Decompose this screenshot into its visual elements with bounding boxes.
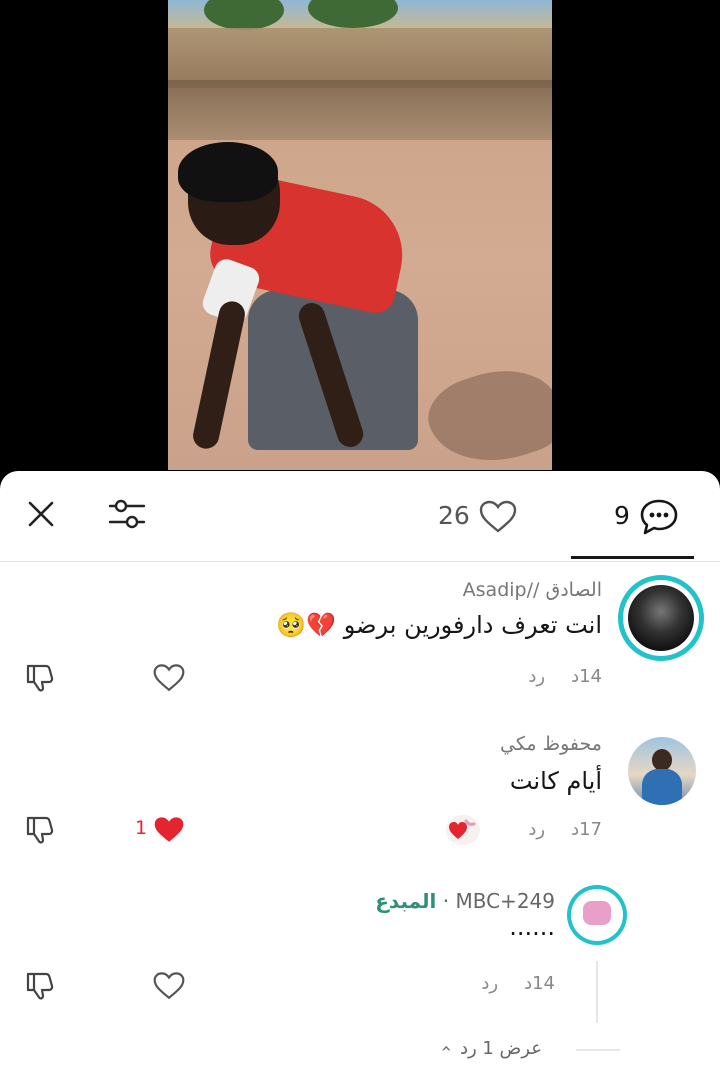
comment-author[interactable]: MBC+249 · المبدع [375, 889, 555, 913]
tree-shape [204, 0, 284, 30]
view-replies-button[interactable]: عرض 1 رد › [436, 1038, 542, 1059]
sliders-icon[interactable] [108, 497, 146, 531]
comment-meta: 14د رد [528, 666, 602, 687]
reply-button[interactable]: رد [528, 819, 545, 840]
thread-line [596, 961, 598, 1023]
shadow-shape [419, 354, 552, 470]
avatar[interactable] [618, 575, 704, 661]
like-count: 1 [135, 817, 148, 839]
separator-dot: · [436, 889, 450, 913]
video-frame[interactable] [168, 0, 552, 470]
chevron-down-icon: › [436, 1044, 458, 1053]
comment-author[interactable]: محفوظ مكي [500, 733, 602, 755]
liked-heart-icon[interactable] [153, 815, 185, 845]
toolbar-divider [0, 561, 720, 562]
avatar[interactable] [628, 737, 696, 805]
comments-sheet: 26 9 الصادق //Asadip انت تعرف دارفورين ب… [0, 471, 720, 1088]
comment-text: أيام كانت [509, 767, 602, 795]
creator-label: المبدع [375, 889, 437, 913]
tree-shape [308, 0, 398, 28]
comments-toolbar: 26 9 [0, 471, 720, 559]
comment-time: 14د [524, 973, 555, 994]
heart-outline-icon[interactable] [479, 500, 517, 534]
comment-text: ...... [509, 913, 555, 941]
comment-time: 17د [571, 819, 602, 840]
background-wall [168, 28, 552, 88]
reply-button[interactable]: رد [481, 973, 498, 994]
close-icon[interactable] [27, 500, 55, 528]
comment-time: 14د [571, 666, 602, 687]
avatar[interactable] [567, 885, 627, 945]
dislike-icon[interactable] [24, 971, 56, 1001]
dislike-icon[interactable] [24, 815, 56, 845]
tab-indicator [571, 556, 694, 559]
comment-bubble-icon[interactable] [639, 498, 679, 536]
likes-count: 26 [438, 501, 470, 530]
comment-meta: 17د رد [528, 819, 602, 840]
comment-author[interactable]: الصادق //Asadip [463, 579, 602, 601]
figure-hair [178, 142, 278, 202]
like-heart-icon[interactable] [153, 971, 185, 1001]
dislike-icon[interactable] [24, 663, 56, 693]
reply-button[interactable]: رد [528, 666, 545, 687]
figure-arm [190, 298, 248, 452]
comment-text: انت تعرف دارفورين برضو 💔🥺 [276, 611, 602, 639]
comment-meta: 14د رد [481, 973, 555, 994]
thread-connector [576, 1049, 620, 1051]
creator-liked-badge [446, 815, 480, 845]
like-heart-icon[interactable] [153, 663, 185, 693]
view-replies-label: عرض 1 رد [459, 1038, 542, 1059]
background-brush [168, 80, 552, 140]
author-name: MBC+249 [455, 889, 555, 913]
comments-count: 9 [614, 501, 630, 530]
